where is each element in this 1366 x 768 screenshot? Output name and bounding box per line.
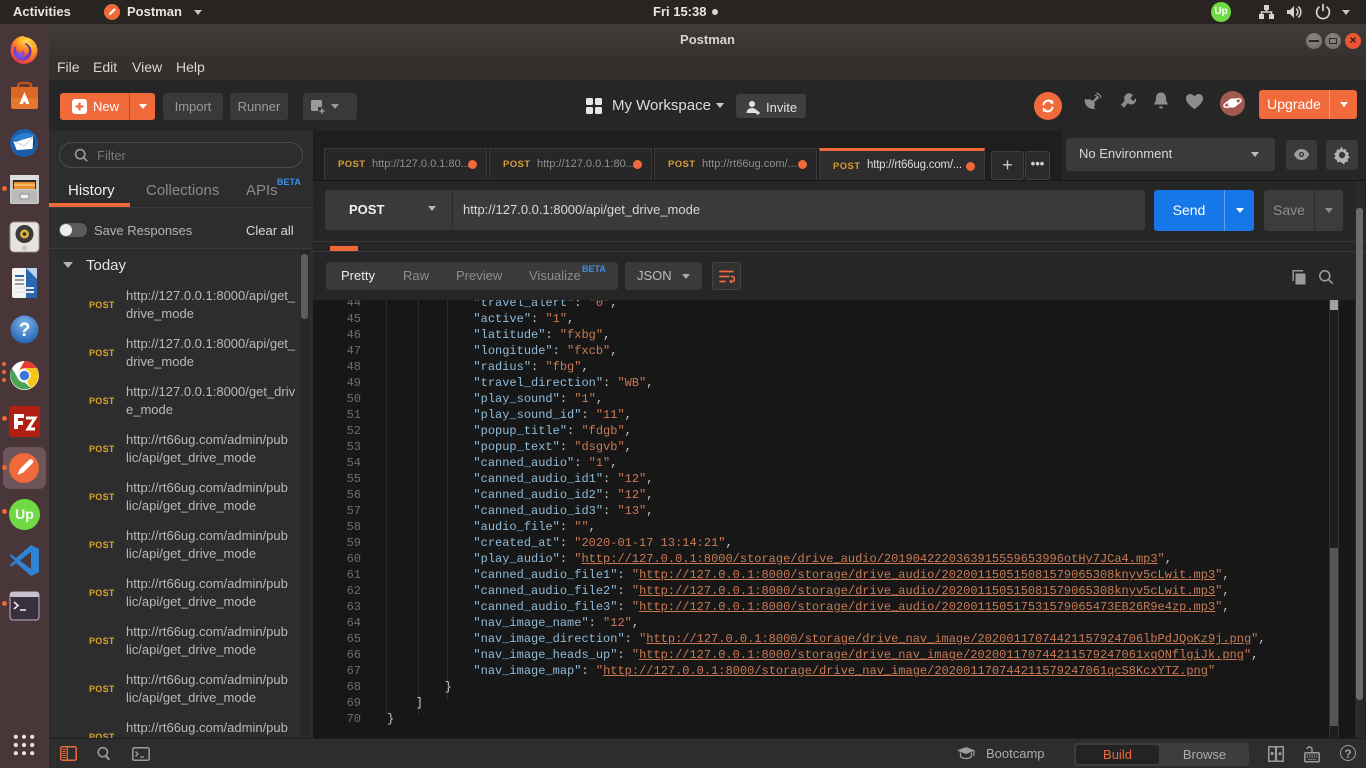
svg-text:?: ? bbox=[19, 320, 31, 341]
